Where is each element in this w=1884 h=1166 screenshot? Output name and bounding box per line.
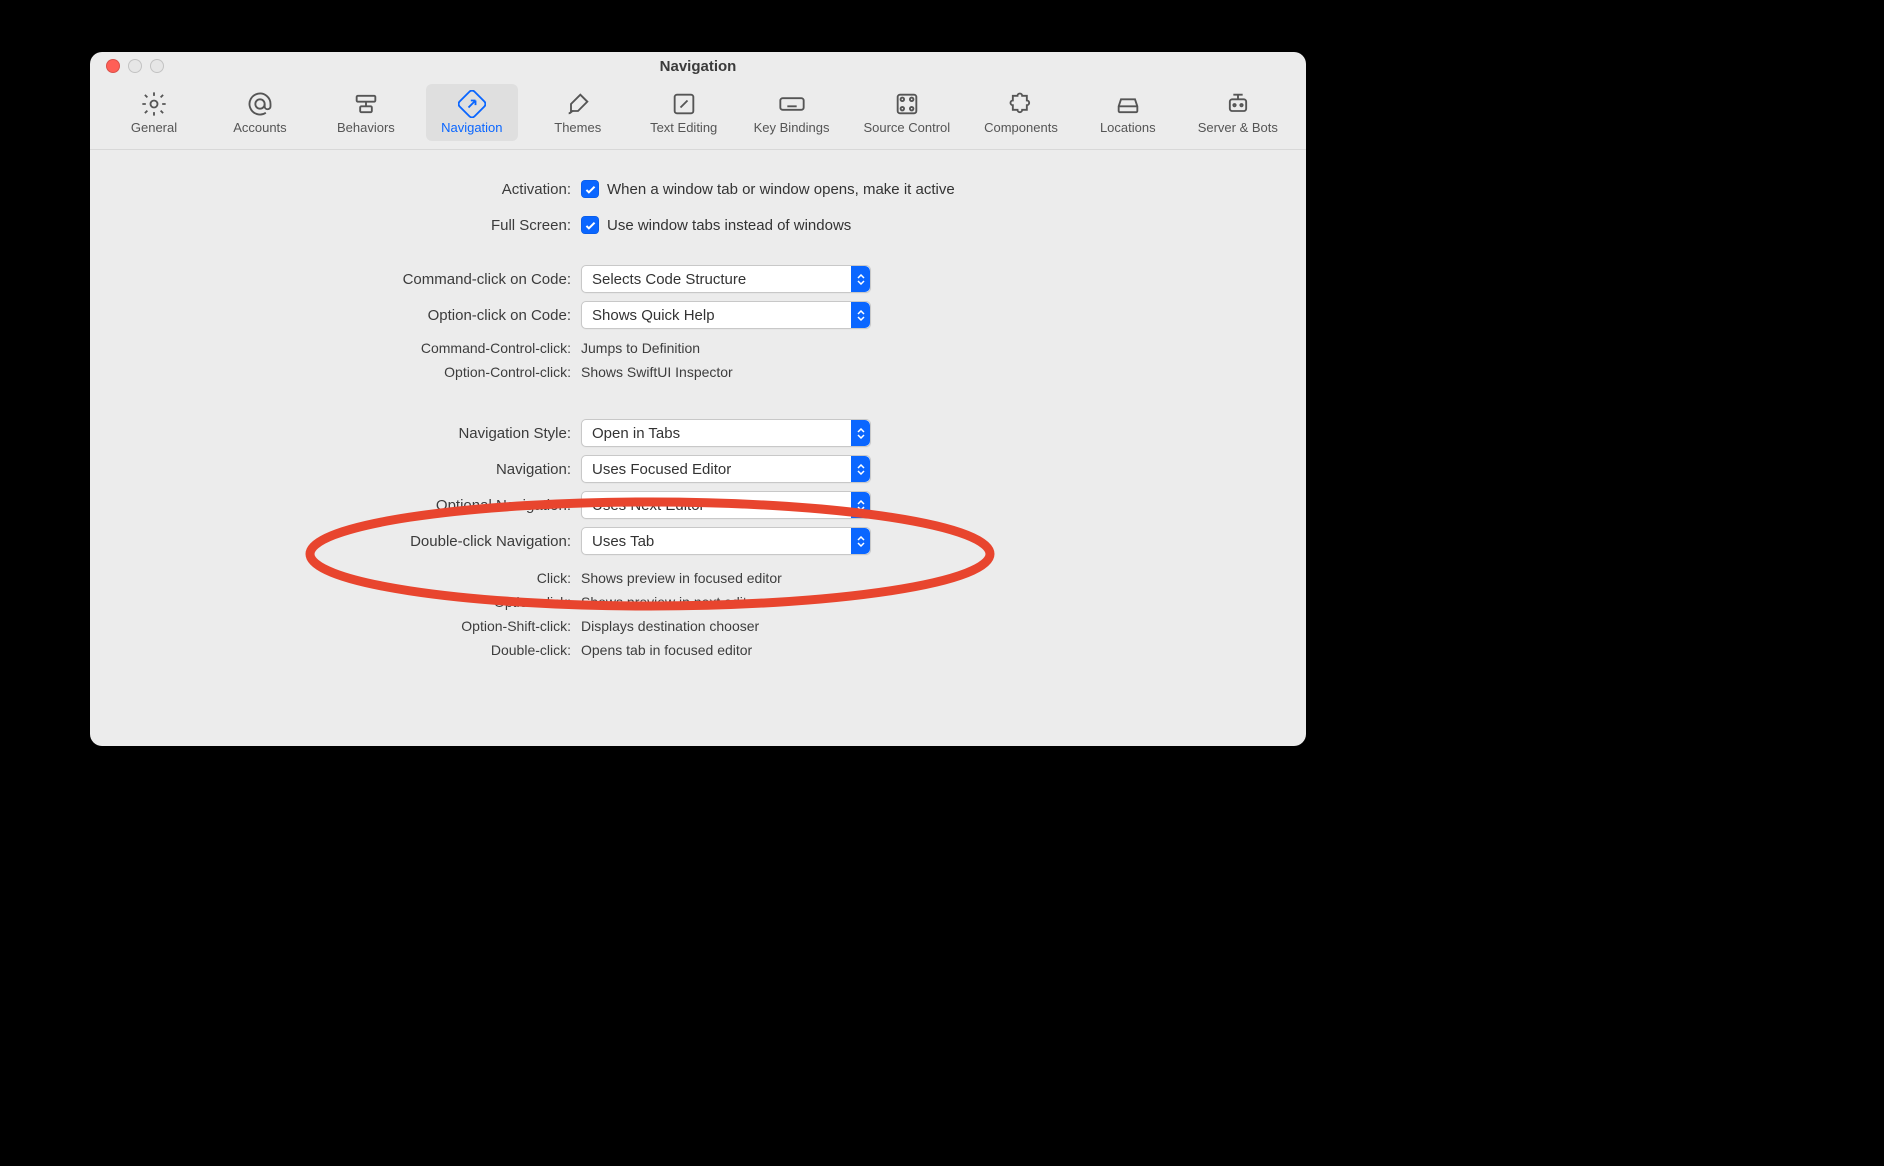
gear-icon	[140, 90, 168, 118]
tab-components[interactable]: Components	[974, 84, 1068, 141]
navigation-select[interactable]: Uses Focused Editor	[581, 455, 871, 483]
titlebar: Navigation	[90, 52, 1306, 80]
option-click-label: Option-click:	[90, 594, 581, 610]
tab-label: Key Bindings	[754, 120, 830, 135]
option-click-value: Shows preview in next editor	[581, 594, 759, 610]
select-value: Uses Tab	[582, 533, 654, 550]
tab-label: Behaviors	[337, 120, 395, 135]
tab-label: Navigation	[441, 120, 502, 135]
zoom-button[interactable]	[150, 59, 164, 73]
traffic-lights	[90, 59, 164, 73]
double-click-navigation-label: Double-click Navigation:	[90, 533, 581, 550]
command-control-click-value: Jumps to Definition	[581, 340, 700, 356]
select-value: Selects Code Structure	[582, 271, 746, 288]
option-click-code-row: Option-click on Code: Shows Quick Help	[90, 300, 1306, 330]
navigation-pane: Activation: When a window tab or window …	[90, 150, 1306, 746]
tab-label: Locations	[1100, 120, 1156, 135]
option-click-row: Option-click: Shows preview in next edit…	[90, 590, 1306, 614]
tab-label: Themes	[554, 120, 601, 135]
command-click-code-row: Command-click on Code: Selects Code Stru…	[90, 264, 1306, 294]
option-control-click-row: Option-Control-click: Shows SwiftUI Insp…	[90, 360, 1306, 384]
tab-label: Components	[984, 120, 1058, 135]
chevron-up-down-icon	[851, 302, 870, 328]
tab-key-bindings[interactable]: Key Bindings	[744, 84, 840, 141]
command-click-code-label: Command-click on Code:	[90, 271, 581, 288]
double-click-row: Double-click: Opens tab in focused edito…	[90, 638, 1306, 662]
double-click-navigation-row: Double-click Navigation: Uses Tab	[90, 526, 1306, 556]
navigation-style-select[interactable]: Open in Tabs	[581, 419, 871, 447]
tab-navigation[interactable]: Navigation	[426, 84, 518, 141]
at-icon	[246, 90, 274, 118]
navigation-icon	[458, 90, 486, 118]
tab-label: Source Control	[863, 120, 950, 135]
full-screen-checkbox[interactable]	[581, 216, 599, 234]
preferences-window: Navigation General Accounts Behaviors	[90, 52, 1306, 746]
window-title: Navigation	[90, 58, 1306, 75]
paintbrush-icon	[564, 90, 592, 118]
command-control-click-row: Command-Control-click: Jumps to Definiti…	[90, 336, 1306, 360]
tab-accounts[interactable]: Accounts	[214, 84, 306, 141]
tab-label: Text Editing	[650, 120, 717, 135]
chevron-up-down-icon	[851, 420, 870, 446]
command-click-code-select[interactable]: Selects Code Structure	[581, 265, 871, 293]
activation-checkbox[interactable]	[581, 180, 599, 198]
option-click-code-select[interactable]: Shows Quick Help	[581, 301, 871, 329]
tab-locations[interactable]: Locations	[1082, 84, 1174, 141]
full-screen-label: Full Screen:	[90, 217, 581, 234]
select-value: Shows Quick Help	[582, 307, 715, 324]
select-value: Uses Focused Editor	[582, 461, 731, 478]
preferences-toolbar: General Accounts Behaviors Navigation	[90, 80, 1306, 150]
puzzle-icon	[1007, 90, 1035, 118]
optional-navigation-row: Optional Navigation: Uses Next Editor	[90, 490, 1306, 520]
full-screen-checkbox-label: Use window tabs instead of windows	[607, 217, 851, 234]
minimize-button[interactable]	[128, 59, 142, 73]
select-value: Open in Tabs	[582, 425, 680, 442]
tab-label: Server & Bots	[1198, 120, 1278, 135]
edit-icon	[670, 90, 698, 118]
tab-general[interactable]: General	[108, 84, 200, 141]
option-click-code-label: Option-click on Code:	[90, 307, 581, 324]
tab-source-control[interactable]: Source Control	[853, 84, 960, 141]
chevron-up-down-icon	[851, 266, 870, 292]
click-label: Click:	[90, 570, 581, 586]
optional-navigation-select[interactable]: Uses Next Editor	[581, 491, 871, 519]
disk-icon	[1114, 90, 1142, 118]
chevron-up-down-icon	[851, 492, 870, 518]
optional-navigation-label: Optional Navigation:	[90, 497, 581, 514]
behaviors-icon	[352, 90, 380, 118]
chevron-up-down-icon	[851, 528, 870, 554]
navigation-row: Navigation: Uses Focused Editor	[90, 454, 1306, 484]
option-control-click-value: Shows SwiftUI Inspector	[581, 364, 733, 380]
option-shift-click-row: Option-Shift-click: Displays destination…	[90, 614, 1306, 638]
tab-behaviors[interactable]: Behaviors	[320, 84, 412, 141]
navigation-style-row: Navigation Style: Open in Tabs	[90, 418, 1306, 448]
tab-themes[interactable]: Themes	[532, 84, 624, 141]
double-click-navigation-select[interactable]: Uses Tab	[581, 527, 871, 555]
chevron-up-down-icon	[851, 456, 870, 482]
navigation-style-label: Navigation Style:	[90, 425, 581, 442]
click-value: Shows preview in focused editor	[581, 570, 782, 586]
command-control-click-label: Command-Control-click:	[90, 340, 581, 356]
double-click-label: Double-click:	[90, 642, 581, 658]
activation-label: Activation:	[90, 181, 581, 198]
full-screen-row: Full Screen: Use window tabs instead of …	[90, 210, 1306, 240]
click-row: Click: Shows preview in focused editor	[90, 566, 1306, 590]
option-shift-click-label: Option-Shift-click:	[90, 618, 581, 634]
activation-row: Activation: When a window tab or window …	[90, 174, 1306, 204]
tab-label: General	[131, 120, 177, 135]
source-control-icon	[893, 90, 921, 118]
select-value: Uses Next Editor	[582, 497, 705, 514]
activation-checkbox-label: When a window tab or window opens, make …	[607, 181, 955, 198]
close-button[interactable]	[106, 59, 120, 73]
option-shift-click-value: Displays destination chooser	[581, 618, 759, 634]
keyboard-icon	[778, 90, 806, 118]
navigation-label: Navigation:	[90, 461, 581, 478]
tab-text-editing[interactable]: Text Editing	[638, 84, 730, 141]
robot-icon	[1224, 90, 1252, 118]
option-control-click-label: Option-Control-click:	[90, 364, 581, 380]
tab-label: Accounts	[233, 120, 286, 135]
double-click-value: Opens tab in focused editor	[581, 642, 752, 658]
tab-server-bots[interactable]: Server & Bots	[1188, 84, 1288, 141]
